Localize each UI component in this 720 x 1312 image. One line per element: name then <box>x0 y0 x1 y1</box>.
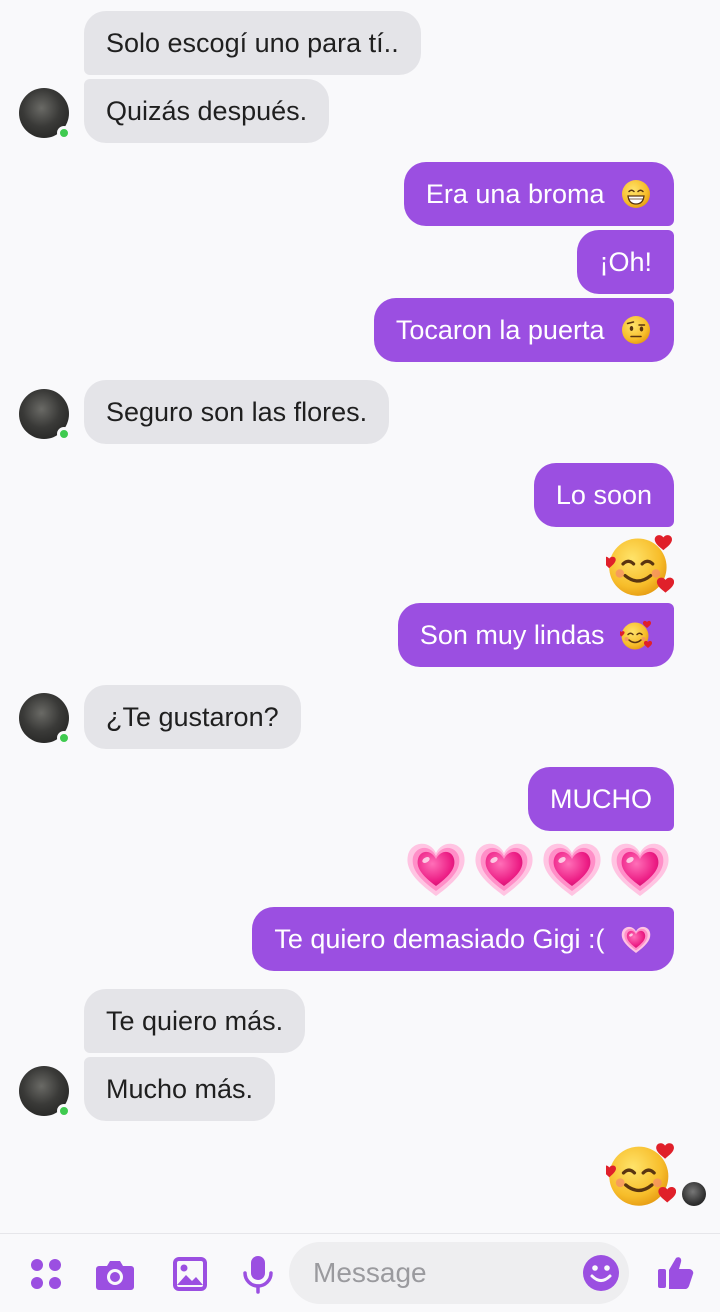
incoming-message[interactable]: Seguro son las flores. <box>84 380 390 444</box>
camera-icon[interactable] <box>95 1254 135 1294</box>
message-text: Era una broma <box>425 179 605 209</box>
outgoing-message[interactable]: Te quiero demasiado Gigi :( <box>252 907 674 971</box>
gallery-icon[interactable] <box>170 1254 210 1294</box>
message-text: Te quiero demasiado Gigi :( <box>274 924 605 954</box>
emoji-icon[interactable] <box>581 1253 621 1293</box>
contact-avatar[interactable] <box>19 693 71 745</box>
menu-dots-icon[interactable] <box>26 1254 66 1294</box>
incoming-message[interactable]: Te quiero más. <box>84 989 306 1053</box>
incoming-message[interactable]: Solo escogí uno para tí.. <box>84 11 421 75</box>
message-text: ¿Te gustaron? <box>106 702 279 732</box>
growing-heart-emoji <box>620 923 652 955</box>
contact-avatar[interactable] <box>19 88 71 140</box>
contact-avatar[interactable] <box>19 389 71 441</box>
smiling-face-with-hearts-emoji[interactable] <box>606 1139 676 1209</box>
contact-avatar[interactable] <box>19 1066 71 1118</box>
message-text: Solo escogí uno para tí.. <box>106 28 399 58</box>
outgoing-message[interactable]: Tocaron la puerta <box>373 298 674 362</box>
smiling-face-with-hearts-emoji <box>620 619 652 651</box>
message-text: Mucho más. <box>106 1074 254 1104</box>
message-input[interactable] <box>289 1242 629 1304</box>
message-text: Tocaron la puerta <box>395 315 605 345</box>
message-text: ¡Oh! <box>599 247 652 277</box>
message-text: Seguro son las flores. <box>106 397 368 427</box>
outgoing-message[interactable]: Era una broma <box>403 162 674 226</box>
raised-eyebrow-emoji <box>620 314 652 346</box>
smiling-face-with-hearts-emoji[interactable] <box>606 531 674 599</box>
incoming-message[interactable]: ¿Te gustaron? <box>84 685 301 749</box>
message-text: Son muy lindas <box>419 620 605 650</box>
outgoing-message[interactable]: ¡Oh! <box>577 230 674 294</box>
growing-heart-emoji <box>540 836 604 900</box>
outgoing-message[interactable]: Son muy lindas <box>397 603 674 667</box>
message-text: MUCHO <box>550 784 652 814</box>
outgoing-message[interactable]: Lo soon <box>533 463 674 527</box>
seen-avatar <box>682 1182 706 1206</box>
outgoing-message[interactable]: MUCHO <box>528 767 674 831</box>
growing-heart-emoji <box>404 836 468 900</box>
composer-bar <box>0 1233 720 1312</box>
beaming-smile-emoji <box>620 178 652 210</box>
online-status-dot <box>57 731 71 745</box>
online-status-dot <box>57 1104 71 1118</box>
incoming-message[interactable]: Mucho más. <box>84 1057 276 1121</box>
growing-heart-emoji <box>608 836 672 900</box>
growing-heart-emoji <box>472 836 536 900</box>
message-text: Lo soon <box>555 480 652 510</box>
incoming-message[interactable]: Quizás después. <box>84 79 330 143</box>
online-status-dot <box>57 427 71 441</box>
microphone-icon[interactable] <box>238 1254 278 1294</box>
like-icon[interactable] <box>656 1252 696 1292</box>
message-text: Te quiero más. <box>106 1006 284 1036</box>
message-text: Quizás después. <box>106 96 308 126</box>
online-status-dot <box>57 126 71 140</box>
